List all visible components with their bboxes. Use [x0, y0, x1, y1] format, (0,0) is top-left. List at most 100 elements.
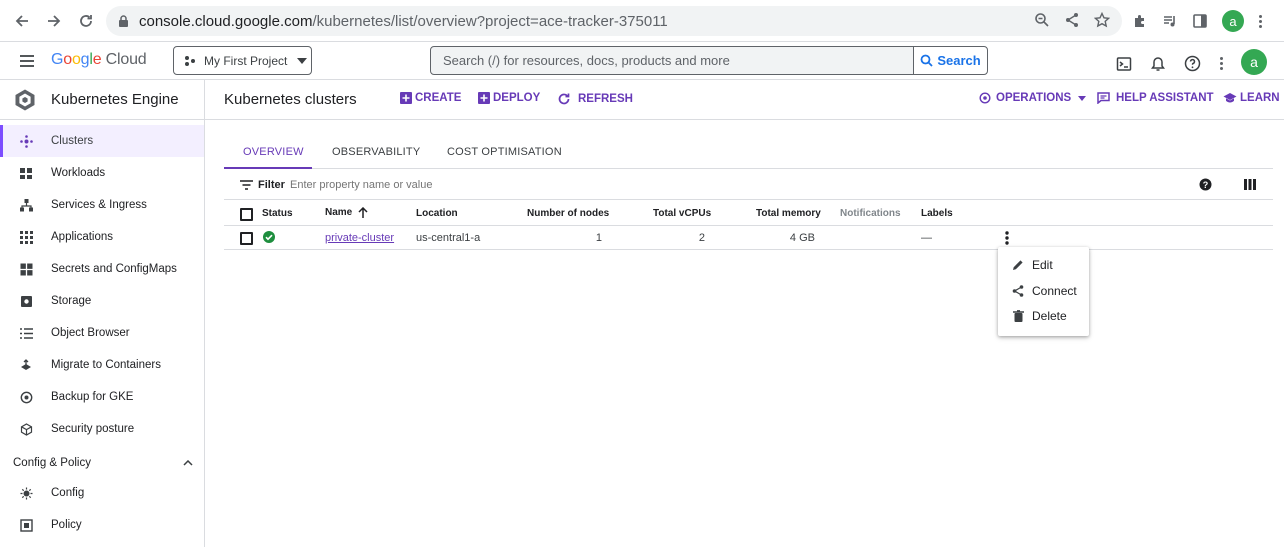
reload-button[interactable] — [70, 5, 102, 37]
sidebar-item-policy[interactable]: Policy — [0, 509, 204, 541]
menu-item-edit[interactable]: Edit — [998, 253, 1089, 277]
storage-icon — [19, 294, 33, 308]
page-title: Kubernetes clusters — [224, 91, 357, 108]
sidebar: Kubernetes Engine Clusters Workloads Ser… — [0, 80, 205, 547]
header-labels: Labels — [921, 208, 953, 219]
google-cloud-logo[interactable]: Google Cloud — [51, 51, 147, 69]
header-nodes[interactable]: Number of nodes — [527, 208, 609, 219]
table-header: Status Name Location Number of nodes Tot… — [224, 202, 1273, 226]
media-icon[interactable] — [1162, 13, 1178, 29]
select-all-checkbox[interactable] — [240, 208, 253, 221]
zoom-icon[interactable] — [1034, 12, 1050, 28]
deploy-icon — [478, 92, 490, 104]
sidebar-section-config-policy[interactable]: Config & Policy — [13, 457, 193, 469]
status-ok-icon — [263, 231, 275, 243]
star-icon[interactable] — [1094, 12, 1110, 28]
pencil-icon — [1011, 259, 1025, 271]
help-icon[interactable] — [1184, 55, 1201, 72]
sidebar-item-applications[interactable]: Applications — [0, 221, 204, 253]
refresh-button[interactable]: REFRESH — [557, 92, 633, 106]
deploy-button[interactable]: DEPLOY — [478, 92, 540, 104]
column-display-icon[interactable] — [1244, 179, 1256, 190]
side-panel-icon[interactable] — [1192, 13, 1208, 29]
tab-observability[interactable]: OBSERVABILITY — [332, 138, 420, 169]
operations-button[interactable]: OPERATIONS — [979, 92, 1087, 104]
lock-icon — [118, 14, 129, 28]
arrow-right-icon — [48, 15, 61, 27]
header-name[interactable]: Name — [325, 207, 368, 218]
sidebar-item-clusters[interactable]: Clusters — [0, 125, 204, 157]
header-location[interactable]: Location — [416, 208, 458, 219]
trash-icon — [1011, 310, 1025, 322]
notifications-icon[interactable] — [1150, 56, 1166, 72]
sidebar-item-secrets[interactable]: Secrets and ConfigMaps — [0, 253, 204, 285]
arrow-left-icon — [15, 15, 28, 27]
cluster-vcpus: 2 — [698, 232, 705, 244]
cloud-shell-icon[interactable] — [1116, 56, 1132, 72]
menu-item-connect[interactable]: Connect — [998, 279, 1089, 303]
search-button[interactable]: Search — [913, 46, 988, 75]
filter-button[interactable]: Filter — [240, 179, 285, 191]
project-selector[interactable]: My First Project — [173, 46, 312, 75]
tab-cost-optimisation[interactable]: COST OPTIMISATION — [447, 138, 562, 169]
sidebar-item-backup[interactable]: Backup for GKE — [0, 381, 204, 413]
migrate-icon — [19, 358, 33, 372]
browser-avatar[interactable]: a — [1222, 10, 1244, 32]
sidebar-item-object-browser[interactable]: Object Browser — [0, 317, 204, 349]
learn-button[interactable]: LEARN — [1223, 92, 1280, 104]
sidebar-item-migrate[interactable]: Migrate to Containers — [0, 349, 204, 381]
help-assistant-button[interactable]: HELP ASSISTANT — [1097, 92, 1214, 104]
product-title: Kubernetes Engine — [51, 91, 179, 108]
settings-menu-icon[interactable] — [1219, 57, 1223, 70]
backup-icon — [19, 390, 33, 404]
url-text: console.cloud.google.com/kubernetes/list… — [139, 12, 668, 30]
browser-menu-icon[interactable] — [1258, 14, 1262, 28]
cluster-name-link[interactable]: private-cluster — [325, 232, 394, 244]
caret-down-icon — [297, 57, 308, 64]
create-button[interactable]: CREATE — [400, 92, 461, 104]
chat-icon — [1097, 92, 1110, 104]
sidebar-item-workloads[interactable]: Workloads — [0, 157, 204, 189]
sidebar-item-services[interactable]: Services & Ingress — [0, 189, 204, 221]
cluster-location: us-central1-a — [416, 232, 481, 244]
main-menu-icon[interactable] — [19, 54, 35, 68]
sidebar-item-storage[interactable]: Storage — [0, 285, 204, 317]
reload-icon — [80, 15, 92, 27]
row-actions-menu-icon[interactable] — [1005, 231, 1009, 245]
add-box-icon — [400, 92, 412, 104]
project-icon — [184, 55, 196, 67]
cluster-memory: 4 GB — [789, 232, 815, 244]
forward-button[interactable] — [38, 5, 70, 37]
search-icon — [920, 54, 933, 67]
address-bar[interactable]: console.cloud.google.com/kubernetes/list… — [106, 6, 1122, 36]
share-icon[interactable] — [1064, 12, 1080, 28]
clusters-icon — [19, 134, 33, 148]
row-context-menu: Edit Connect Delete — [998, 247, 1089, 336]
account-avatar[interactable]: a — [1241, 49, 1267, 75]
tab-bar: OVERVIEW OBSERVABILITY COST OPTIMISATION — [224, 138, 1273, 169]
svg-text:?: ? — [1203, 180, 1209, 190]
menu-item-delete[interactable]: Delete — [998, 304, 1089, 328]
sidebar-item-security-posture[interactable]: Security posture — [0, 413, 204, 445]
tab-overview[interactable]: OVERVIEW — [224, 138, 312, 169]
table-row: private-cluster us-central1-a 1 2 4 GB — — [224, 226, 1273, 250]
console-header: Google Cloud My First Project Search (/)… — [0, 42, 1284, 80]
back-button[interactable] — [6, 5, 38, 37]
search-input[interactable]: Search (/) for resources, docs, products… — [430, 46, 914, 75]
row-checkbox[interactable] — [240, 232, 253, 245]
security-posture-icon — [19, 422, 33, 436]
kubernetes-engine-icon — [13, 88, 37, 112]
cluster-labels: — — [921, 232, 932, 244]
object-browser-icon — [19, 326, 33, 340]
secrets-icon — [19, 262, 33, 276]
header-status[interactable]: Status — [262, 208, 293, 219]
applications-icon — [19, 230, 33, 244]
chevron-up-icon[interactable] — [183, 460, 193, 466]
help-circle-icon[interactable]: ? — [1199, 178, 1212, 191]
extensions-icon[interactable] — [1132, 13, 1148, 29]
filter-input[interactable] — [290, 179, 690, 191]
caret-down-icon — [1078, 95, 1087, 101]
header-vcpus[interactable]: Total vCPUs — [653, 208, 711, 219]
sidebar-item-config[interactable]: Config — [0, 477, 204, 509]
header-memory[interactable]: Total memory — [756, 208, 821, 219]
